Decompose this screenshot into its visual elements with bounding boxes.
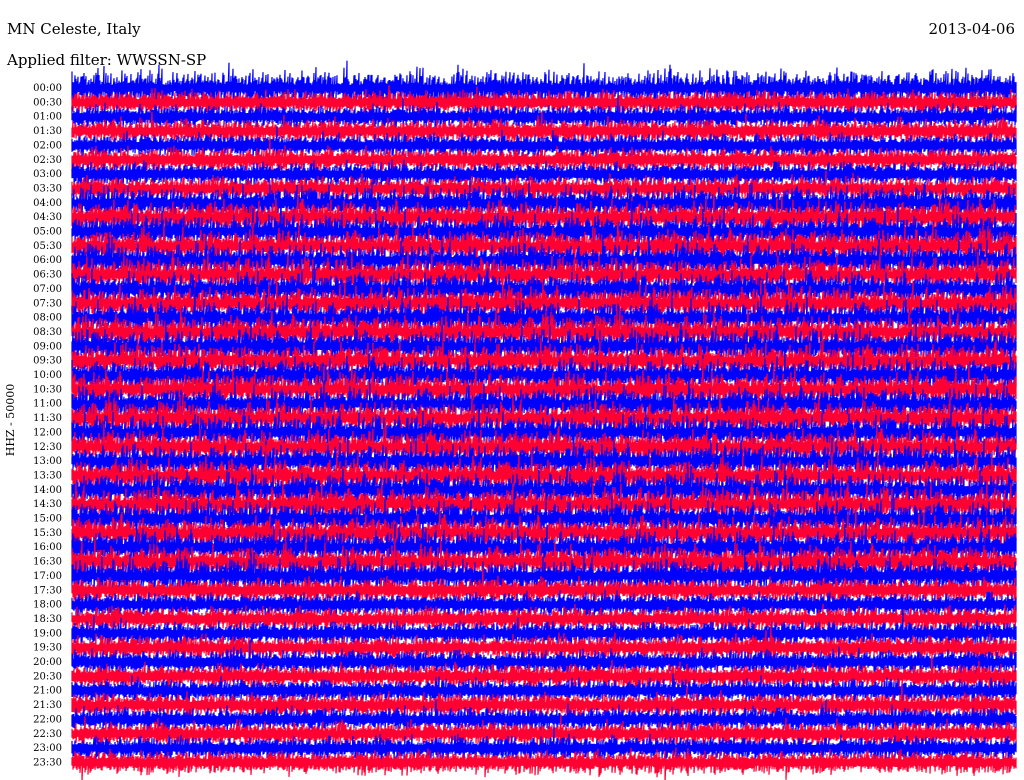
filter-label: Applied filter: WWSSN-SP	[7, 51, 207, 69]
row-tick-label: 10:30	[33, 384, 62, 395]
row-tick-label: 14:30	[33, 499, 62, 510]
row-tick-label: 02:00	[33, 140, 62, 151]
row-tick-label: 17:00	[33, 571, 62, 582]
row-tick-label: 06:30	[33, 270, 62, 281]
row-tick-label: 16:30	[33, 557, 62, 568]
row-tick-label: 09:30	[33, 356, 62, 367]
row-tick-label: 03:00	[33, 169, 62, 180]
row-tick-label: 00:00	[33, 83, 62, 94]
row-tick-label: 20:00	[33, 657, 62, 668]
row-tick-label: 04:30	[33, 212, 62, 223]
row-tick-label: 16:00	[33, 542, 62, 553]
row-tick-label: 22:30	[33, 729, 62, 740]
traces	[71, 60, 1017, 780]
row-tick-label: 15:30	[33, 528, 62, 539]
row-tick-label: 23:30	[33, 757, 62, 768]
y-axis-label: HHZ - 50000	[4, 383, 17, 457]
row-tick-label: 11:30	[33, 413, 62, 424]
row-tick-label: 07:30	[33, 298, 62, 309]
row-tick-label: 01:30	[33, 126, 62, 137]
row-tick-label: 11:00	[33, 399, 62, 410]
row-tick-label: 19:30	[33, 643, 62, 654]
row-tick-label: 20:30	[33, 671, 62, 682]
row-tick-label: 04:00	[33, 198, 62, 209]
row-tick-label: 21:30	[33, 700, 62, 711]
row-tick-label: 12:30	[33, 442, 62, 453]
row-tick-label: 02:30	[33, 155, 62, 166]
row-tick-label: 09:00	[33, 341, 62, 352]
row-tick-label: 19:00	[33, 628, 62, 639]
row-tick-label: 12:00	[33, 427, 62, 438]
row-tick-label: 10:00	[33, 370, 62, 381]
row-tick-label: 03:30	[33, 183, 62, 194]
row-tick-label: 07:00	[33, 284, 62, 295]
row-tick-label: 17:30	[33, 585, 62, 596]
row-tick-label: 00:30	[33, 97, 62, 108]
row-tick-label: 23:00	[33, 743, 62, 754]
row-tick-label: 06:00	[33, 255, 62, 266]
row-tick-label: 22:00	[33, 714, 62, 725]
row-tick-label: 21:00	[33, 686, 62, 697]
helicorder-plot: 00:00 00:30 01:00 01:30 02:00 02:30 03:00 03:30…	[33, 60, 1017, 780]
row-tick-label: 01:00	[33, 112, 62, 123]
row-tick-label: 08:30	[33, 327, 62, 338]
row-tick-label: 14:00	[33, 485, 62, 496]
row-tick-label: 13:00	[33, 456, 62, 467]
row-tick-label: 18:30	[33, 614, 62, 625]
row-tick-labels: 00:00 00:30 01:00 01:30 02:00 02:30 03:00 03:30…	[33, 83, 62, 768]
row-tick-label: 15:00	[33, 514, 62, 525]
row-tick-label: 18:00	[33, 600, 62, 611]
row-tick-label: 05:30	[33, 241, 62, 252]
row-tick-label: 13:30	[33, 470, 62, 481]
row-tick-label: 05:00	[33, 227, 62, 238]
row-tick-label: 08:00	[33, 313, 62, 324]
